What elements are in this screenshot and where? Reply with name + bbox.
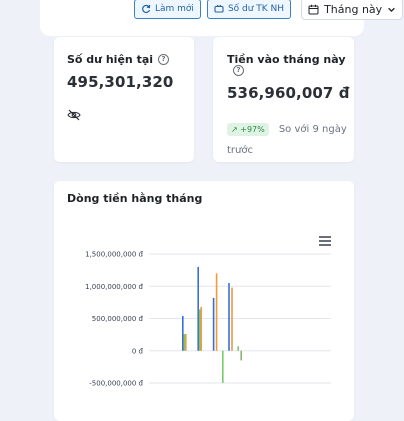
bank-balance-button[interactable]: Số dư TK NH [206, 0, 292, 19]
cashflow-chart: 1,500,000,000 đ 1,000,000,000 đ 500,000,00… [85, 251, 331, 388]
income-value: 536,960,007 đ [227, 84, 350, 102]
y-tick-label: -500,000,000 đ [89, 380, 143, 388]
current-balance-value: 495,301,320 [67, 73, 174, 91]
refresh-button-label: Làm mới [155, 4, 194, 14]
current-balance-title-row: Số dư hiện tại ? [67, 53, 170, 66]
chart-bar[interactable] [231, 287, 233, 351]
chart-bar[interactable] [185, 333, 187, 351]
y-tick-label: 0 đ [132, 347, 144, 355]
current-balance-card: Số dư hiện tại ? 495,301,320 [54, 37, 194, 162]
bank-balance-button-label: Số dư TK NH [227, 4, 285, 14]
y-tick-label: 500,000,000 đ [92, 315, 144, 323]
refresh-button[interactable]: Làm mới [134, 0, 201, 19]
monthly-cashflow-card: Dòng tiền hằng tháng 1,500,000,000 đ 1,00… [54, 181, 354, 421]
change-badge: ↗ +97% [227, 123, 269, 136]
chart-bar[interactable] [197, 266, 199, 351]
chart-bar[interactable] [200, 306, 202, 351]
chart-bar[interactable] [212, 297, 215, 351]
chevron-down-icon [388, 7, 395, 12]
chart-bar[interactable] [182, 315, 184, 351]
refresh-icon [142, 4, 151, 14]
income-compare: ↗ +97% So với 9 ngày trước [227, 117, 347, 159]
y-tick-label: 1,500,000,000 đ [85, 251, 143, 259]
eye-slash-icon[interactable] [67, 109, 81, 121]
chart-bar[interactable] [198, 309, 201, 351]
chart-bar[interactable] [222, 350, 224, 383]
help-icon[interactable]: ? [233, 65, 244, 76]
header-card: Làm mới Số dư TK NH Tháng này [40, 0, 404, 36]
income-title: Tiền vào tháng này [227, 53, 346, 66]
help-icon[interactable]: ? [158, 54, 170, 65]
period-select-value: Tháng này [324, 2, 383, 16]
chart-bar[interactable] [240, 350, 242, 361]
chart-bar[interactable] [237, 346, 239, 351]
period-select[interactable]: Tháng này [301, 0, 404, 20]
bank-sync-icon [214, 4, 224, 13]
current-balance-title: Số dư hiện tại [67, 53, 154, 66]
income-card: Tiền vào tháng này ? 536,960,007 đ ↗ +97… [213, 37, 354, 162]
chart-bar[interactable] [228, 283, 230, 351]
chart-bar[interactable] [215, 273, 218, 351]
toolbar: Làm mới Số dư TK NH Tháng này [134, 0, 404, 20]
y-tick-label: 1,000,000,000 đ [85, 283, 143, 291]
chart-bar[interactable] [183, 333, 186, 351]
calendar-icon [308, 4, 319, 14]
